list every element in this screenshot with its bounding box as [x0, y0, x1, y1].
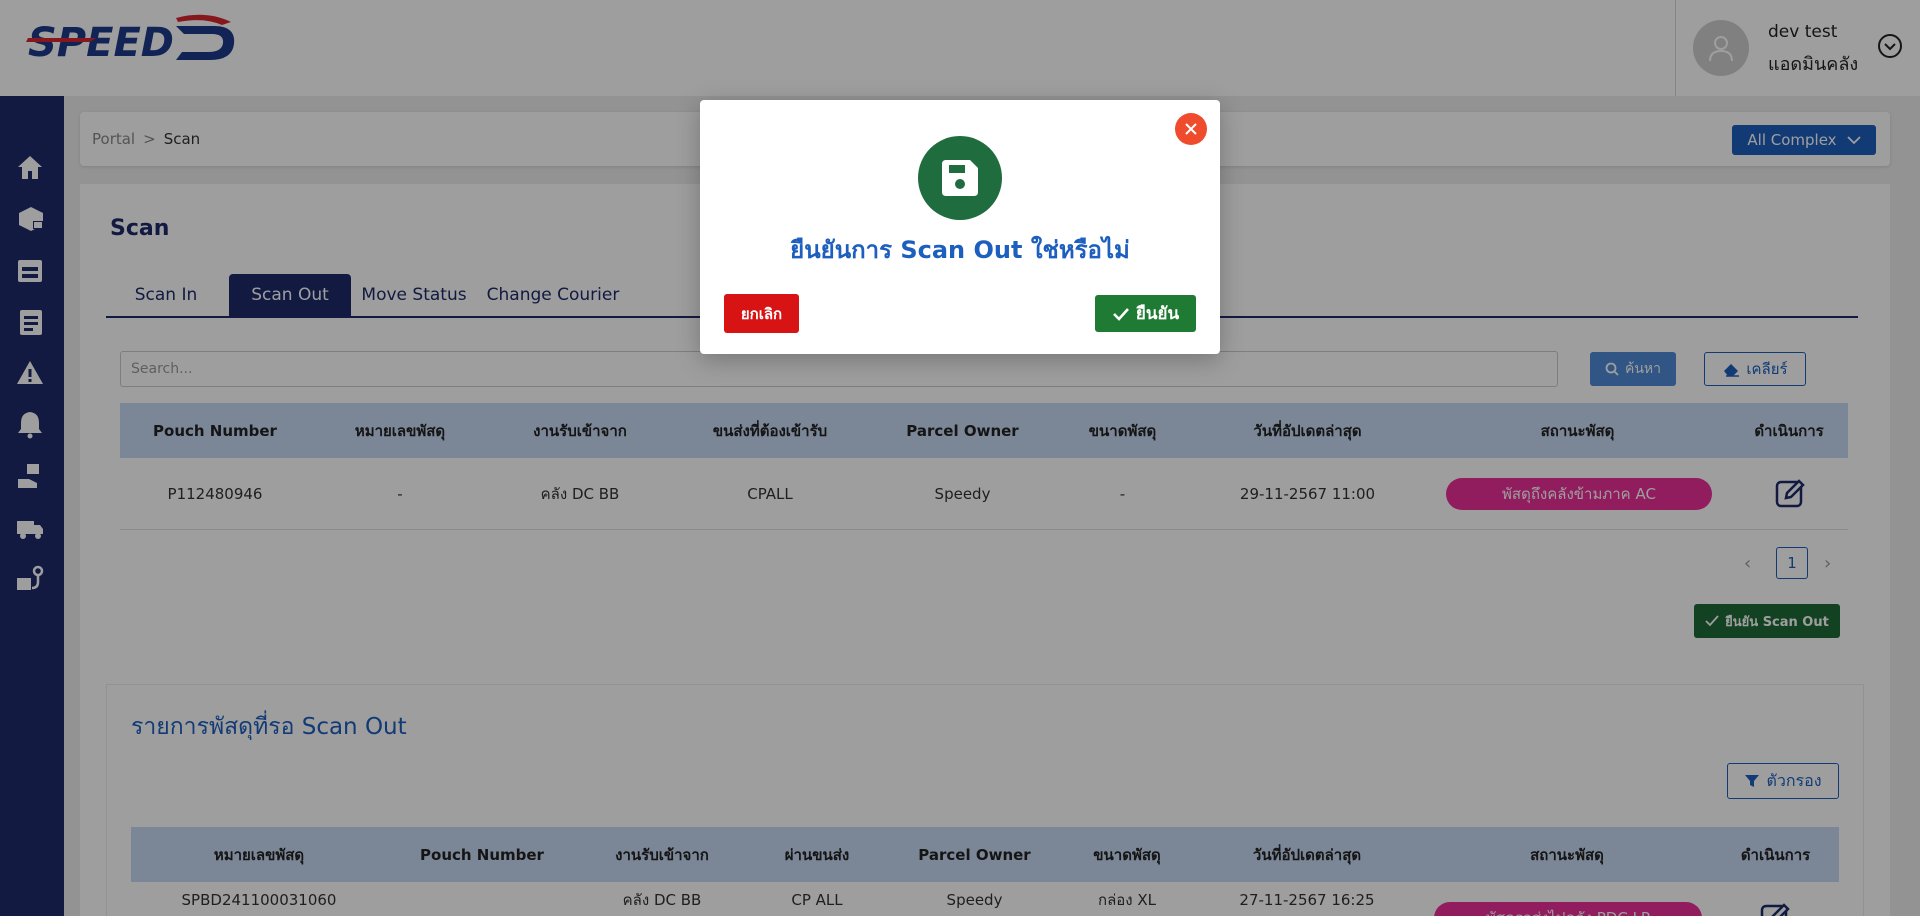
check-icon [1112, 307, 1129, 321]
cancel-button[interactable]: ยกเลิก [724, 294, 799, 333]
save-icon [918, 136, 1002, 220]
confirm-button-label: ยืนยัน [1135, 304, 1180, 324]
confirm-button[interactable]: ยืนยัน [1095, 295, 1196, 332]
close-icon[interactable] [1175, 113, 1207, 145]
confirm-scan-out-dialog: ยืนยันการ Scan Out ใช่หรือไม่ ยกเลิก ยืน… [700, 100, 1220, 354]
dialog-message: ยืนยันการ Scan Out ใช่หรือไม่ [790, 236, 1130, 264]
